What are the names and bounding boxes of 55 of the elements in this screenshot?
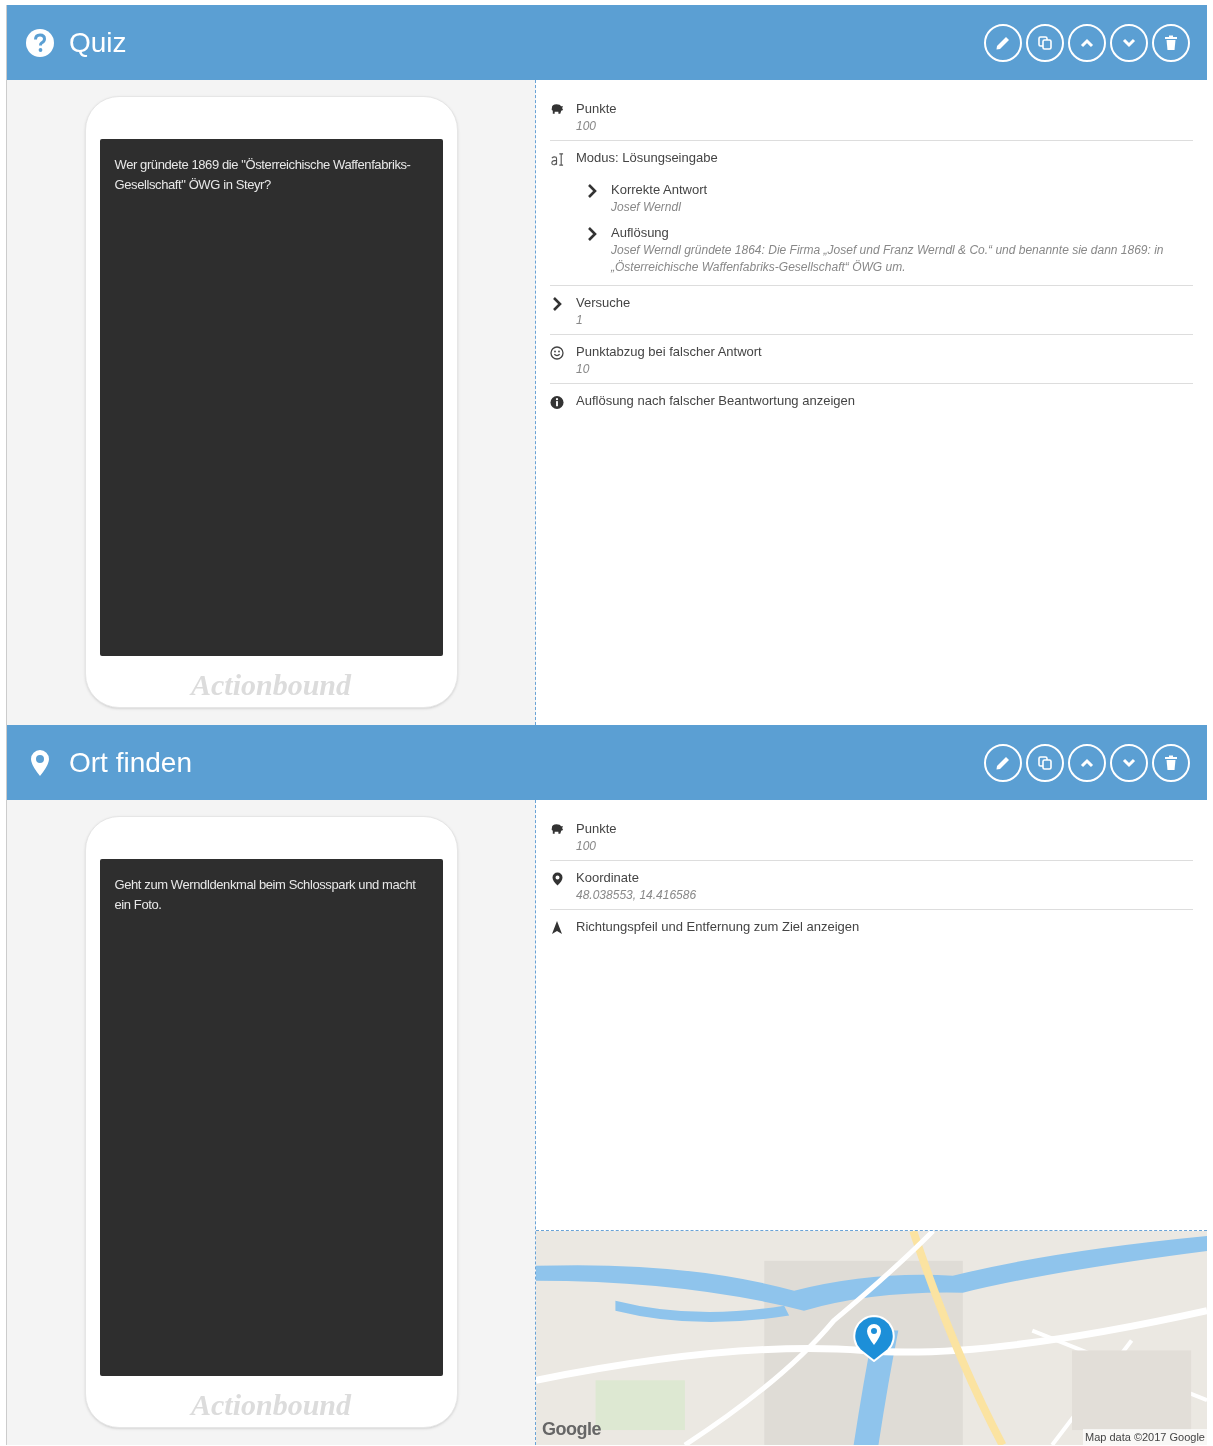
property-label: Punktabzug bei falscher Antwort [576, 343, 762, 361]
trash-icon [1164, 754, 1178, 771]
edit-button[interactable] [984, 743, 1022, 782]
question-text: Wer gründete 1869 die "Österreichische Waffenfabriks-Gesellschaft" ÖWG in Steyr? [114, 156, 412, 194]
text-input-icon [550, 152, 564, 167]
move-down-button[interactable] [1110, 743, 1148, 782]
map-pin-icon [551, 872, 563, 886]
property-label: Auflösung nach falscher Beantwortung anzeigen [576, 392, 855, 410]
property-label: Versuche [576, 294, 631, 312]
property-label: Modus: Lösungseingabe [576, 149, 718, 167]
section-title: Ort finden [69, 745, 192, 780]
chevron-right-icon [587, 227, 597, 241]
chevron-down-icon [1122, 757, 1136, 768]
property-label: Punkte [576, 820, 617, 838]
info-icon [550, 395, 564, 410]
property-label: Koordinate [576, 869, 640, 887]
property-value: Josef Werndl [611, 199, 682, 216]
property-value: 1 [576, 312, 584, 329]
property-label: Punkte [576, 100, 617, 118]
duplicate-button[interactable] [1026, 23, 1064, 62]
property-value: 100 [576, 118, 598, 135]
property-label: Richtungspfeil und Entfernung zum Ziel anzeigen [576, 918, 860, 936]
section-title: Quiz [69, 25, 127, 60]
chevron-down-icon [1122, 37, 1136, 48]
duplicate-button[interactable] [1026, 743, 1064, 782]
property-label: Korrekte Antwort [611, 181, 708, 199]
copy-icon [1037, 34, 1053, 51]
chevron-right-icon [552, 297, 562, 311]
move-up-button[interactable] [1068, 743, 1106, 782]
pencil-icon [995, 754, 1011, 771]
edit-button[interactable] [984, 23, 1022, 62]
property-value: 48.038553, 14.416586 [576, 887, 697, 904]
smiley-icon [550, 346, 564, 360]
chevron-up-icon [1080, 757, 1094, 768]
navigation-arrow-icon [552, 921, 562, 934]
delete-button[interactable] [1152, 743, 1190, 782]
trash-icon [1164, 34, 1178, 51]
chevron-up-icon [1080, 37, 1094, 48]
question-icon [25, 27, 55, 58]
map-pin-icon [30, 748, 50, 777]
property-value: 100 [576, 838, 598, 855]
map-marker-icon [852, 1314, 896, 1362]
property-value: 10 [576, 361, 591, 378]
property-value: Josef Werndl gründete 1864: Die Firma „Josef und Franz Werndl & Co.“ und benannte sie dann 1869: in „Österreichische Waffenfabriks-Gesellschaft“ ÖWG um. [611, 242, 1165, 276]
copy-icon [1037, 754, 1053, 771]
piggy-bank-icon [550, 103, 564, 115]
property-label: Auflösung [611, 224, 670, 242]
map-logo: Google [542, 1418, 601, 1441]
move-up-button[interactable] [1068, 23, 1106, 62]
chevron-right-icon [587, 184, 597, 198]
delete-button[interactable] [1152, 23, 1190, 62]
pencil-icon [995, 34, 1011, 51]
move-down-button[interactable] [1110, 23, 1148, 62]
piggy-bank-icon [550, 823, 564, 835]
question-text: Geht zum Werndldenkmal beim Schlosspark und macht ein Foto. [114, 876, 417, 914]
